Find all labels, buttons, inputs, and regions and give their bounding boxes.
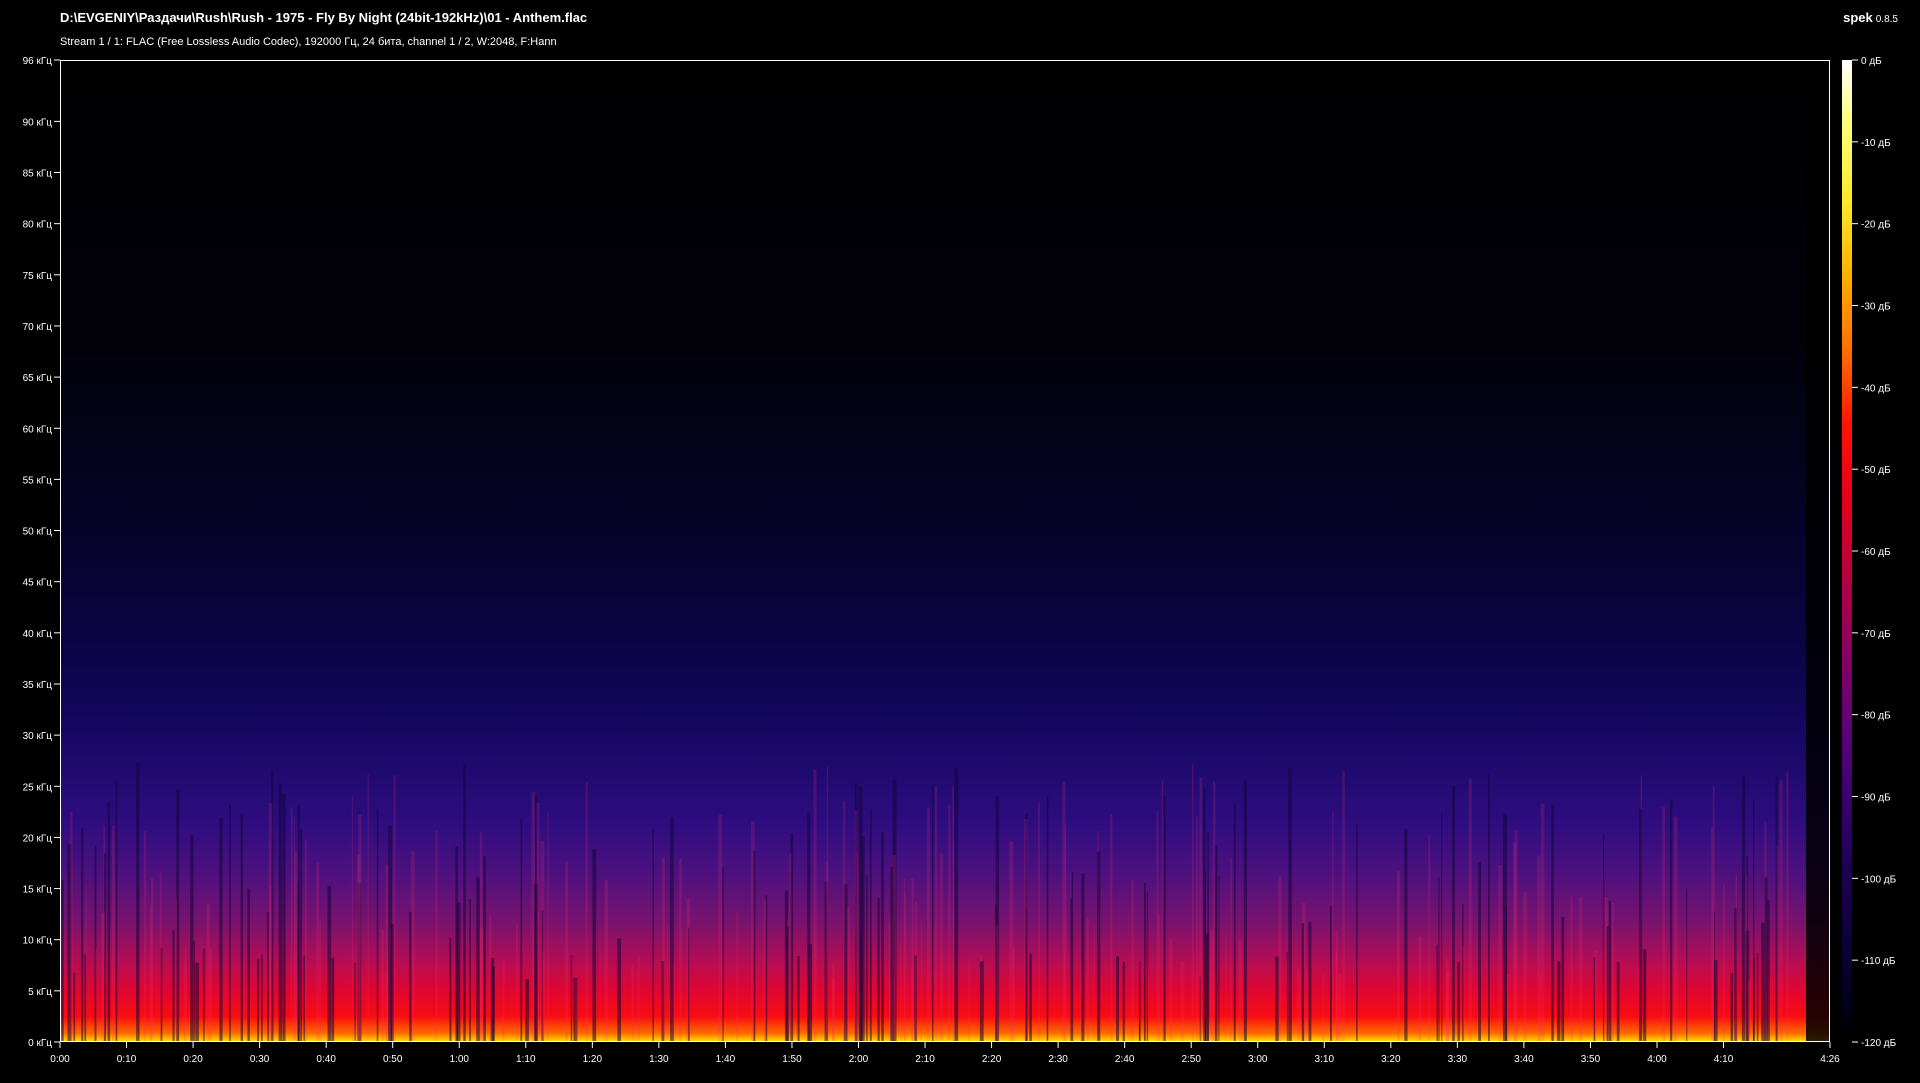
x-tick-label: 0:30 (250, 1054, 270, 1065)
db-tick-label: -80 дБ (1861, 711, 1891, 722)
db-tick-label: -100 дБ (1861, 874, 1897, 885)
x-tick-label: 3:10 (1315, 1054, 1335, 1065)
db-tick-label: -10 дБ (1861, 138, 1891, 149)
y-tick-label: 55 кГц (23, 475, 53, 486)
x-tick-label: 3:50 (1581, 1054, 1601, 1065)
x-tick-label: 0:40 (316, 1054, 336, 1065)
x-tick-label: 0:50 (383, 1054, 403, 1065)
y-tick-label: 30 кГц (23, 731, 53, 742)
y-tick-label: 40 кГц (23, 629, 53, 640)
y-tick-label: 50 кГц (23, 527, 53, 538)
y-tick-label: 10 кГц (23, 936, 53, 947)
x-tick-label: 1:40 (716, 1054, 736, 1065)
db-tick-label: -70 дБ (1861, 629, 1891, 640)
x-tick-label: 2:50 (1181, 1054, 1201, 1065)
db-tick-label: 0 дБ (1861, 56, 1882, 67)
axes: 0 кГц 5 кГц 10 кГц 15 кГц 20 кГц 25 кГц 30 кГц… (23, 56, 1897, 1065)
x-tick-label: 2:40 (1115, 1054, 1135, 1065)
x-tick-label: 1:10 (516, 1054, 536, 1065)
y-tick-label: 25 кГц (23, 782, 53, 793)
x-tick-label: 2:10 (915, 1054, 935, 1065)
y-tick-label: 70 кГц (23, 322, 53, 333)
y-tick-label: 60 кГц (23, 424, 53, 435)
y-tick-label: 80 кГц (23, 220, 53, 231)
x-tick-label: 1:50 (782, 1054, 802, 1065)
x-tick-label: 1:20 (583, 1054, 603, 1065)
db-tick-label: -50 дБ (1861, 465, 1891, 476)
x-tick-label: 3:00 (1248, 1054, 1268, 1065)
x-tick-label: 0:10 (117, 1054, 137, 1065)
y-tick-label: 45 кГц (23, 578, 53, 589)
x-tick-label: 4:00 (1647, 1054, 1667, 1065)
x-tick-label: 1:30 (649, 1054, 669, 1065)
x-tick-label: 2:20 (982, 1054, 1002, 1065)
db-tick-label: -30 дБ (1861, 302, 1891, 313)
db-tick-label: -20 дБ (1861, 220, 1891, 231)
x-tick-label: 3:20 (1381, 1054, 1401, 1065)
y-tick-label: 35 кГц (23, 680, 53, 691)
db-tick-label: -60 дБ (1861, 547, 1891, 558)
y-tick-label: 96 кГц (23, 56, 53, 67)
x-tick-label: 0:20 (183, 1054, 203, 1065)
y-tick-label: 0 кГц (28, 1038, 52, 1049)
x-tick-label: 3:30 (1448, 1054, 1468, 1065)
db-tick-label: -110 дБ (1861, 956, 1896, 967)
x-tick-label: 0:00 (50, 1054, 70, 1065)
y-tick-label: 75 кГц (23, 271, 53, 282)
y-tick-label: 90 кГц (23, 117, 53, 128)
x-tick-label: 4:10 (1714, 1054, 1734, 1065)
y-tick-label: 65 кГц (23, 373, 53, 384)
db-tick-label: -90 дБ (1861, 793, 1891, 804)
y-tick-label: 85 кГц (23, 169, 53, 180)
x-tick-label: 4:26 (1820, 1054, 1840, 1065)
x-tick-label: 2:00 (849, 1054, 869, 1065)
y-tick-label: 15 кГц (23, 885, 53, 896)
y-tick-label: 5 кГц (28, 987, 52, 998)
x-tick-label: 2:30 (1048, 1054, 1068, 1065)
x-tick-label: 3:40 (1514, 1054, 1534, 1065)
x-tick-label: 1:00 (450, 1054, 470, 1065)
db-tick-label: -40 дБ (1861, 383, 1891, 394)
db-tick-label: -120 дБ (1861, 1038, 1897, 1049)
y-tick-label: 20 кГц (23, 833, 53, 844)
